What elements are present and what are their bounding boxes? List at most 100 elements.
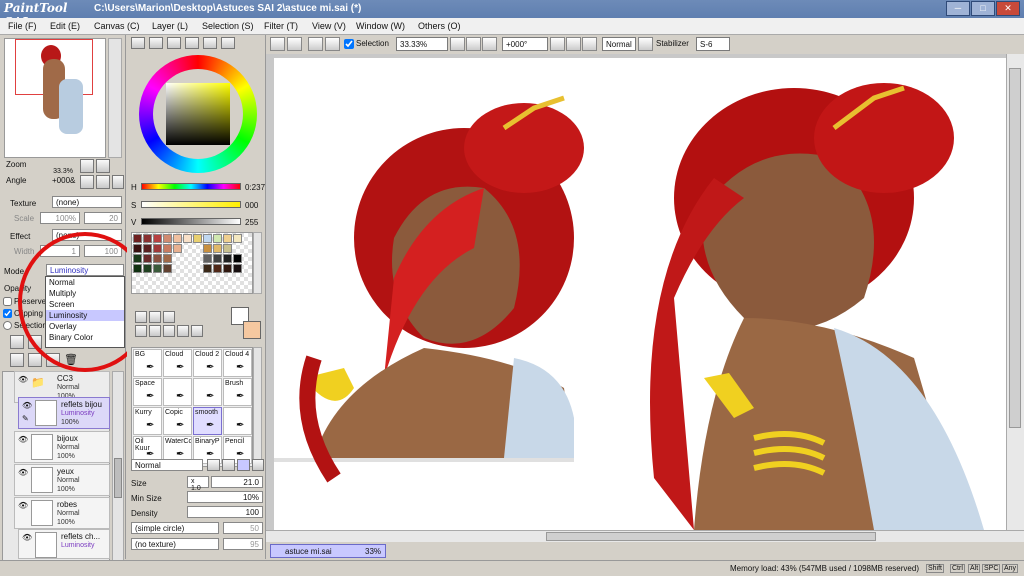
- nav-zoom-in-button[interactable]: [96, 159, 110, 173]
- brush-shape-flat-icon[interactable]: [207, 459, 220, 471]
- move-icon[interactable]: [135, 325, 147, 337]
- tool-cloud-2[interactable]: Cloud 2 ✒: [193, 349, 222, 377]
- swatch-mode-icon[interactable]: [203, 37, 217, 49]
- clipping-group-checkbox[interactable]: [3, 309, 12, 318]
- close-button[interactable]: ✕: [996, 1, 1020, 16]
- selection-source-radio[interactable]: [3, 321, 12, 330]
- scale-num-field[interactable]: 20: [84, 212, 122, 224]
- size-multiplier[interactable]: x 1.0: [187, 476, 209, 492]
- layers-scrollbar[interactable]: [112, 371, 124, 561]
- stabilizer-field[interactable]: S-6: [696, 37, 730, 51]
- layer-yeux[interactable]: 👁 yeux Normal 100%: [14, 464, 110, 496]
- size-field[interactable]: 21.0: [211, 476, 263, 488]
- menu-view[interactable]: View (V): [312, 21, 346, 31]
- lasso-icon[interactable]: [149, 311, 161, 323]
- rotate-reset-button[interactable]: [582, 37, 597, 51]
- color-wheel[interactable]: [139, 55, 257, 173]
- eye-icon[interactable]: 👁: [18, 468, 28, 477]
- zoom-out-button[interactable]: [450, 37, 465, 51]
- zoom-field[interactable]: 33.33%: [396, 37, 448, 51]
- eyedropper-icon[interactable]: [191, 325, 203, 337]
- secondary-color-swatch[interactable]: [243, 321, 261, 339]
- brush-texture-strength[interactable]: 95: [223, 538, 263, 550]
- gradient-mode-icon[interactable]: [185, 37, 199, 49]
- menu-edit[interactable]: Edit (E): [50, 21, 80, 31]
- navigator-preview[interactable]: [4, 38, 106, 158]
- layer-robes[interactable]: 👁 robes Normal 100%: [14, 497, 110, 529]
- saturation-value-square[interactable]: [166, 83, 230, 145]
- vertical-scroll-thumb[interactable]: [1009, 68, 1021, 428]
- layers-scroll-thumb[interactable]: [114, 458, 122, 498]
- tool-cloud[interactable]: Cloud ✒: [163, 349, 192, 377]
- canvas-area[interactable]: [266, 54, 1006, 530]
- menu-canvas[interactable]: Canvas (C): [94, 21, 140, 31]
- tool-smooth[interactable]: smooth ✒: [193, 407, 222, 435]
- maximize-button[interactable]: □: [971, 1, 995, 16]
- canvas-horizontal-scrollbar[interactable]: [266, 530, 1024, 542]
- horizontal-scroll-thumb[interactable]: [546, 532, 876, 541]
- brush-shape-square-icon[interactable]: [252, 459, 264, 471]
- brush-blend-select[interactable]: Normal: [131, 459, 203, 471]
- undo-button[interactable]: [270, 37, 285, 51]
- eye-icon[interactable]: 👁: [22, 533, 32, 542]
- brush-texture-select[interactable]: (no texture): [131, 538, 219, 550]
- selection-checkbox[interactable]: [344, 39, 354, 49]
- document-tab[interactable]: astuce mi.sai 33%: [270, 544, 386, 558]
- rgb-slider-mode-icon[interactable]: [149, 37, 163, 49]
- flip-button[interactable]: [638, 37, 653, 51]
- angle-field[interactable]: +000°: [502, 37, 548, 51]
- saturation-slider[interactable]: [141, 201, 241, 208]
- menu-window[interactable]: Window (W): [356, 21, 405, 31]
- canvas-vertical-scrollbar[interactable]: [1006, 54, 1024, 530]
- value-slider[interactable]: [141, 218, 241, 225]
- hue-slider[interactable]: [141, 183, 241, 190]
- rotate-left-button[interactable]: [550, 37, 565, 51]
- zoom-tool-icon[interactable]: [149, 325, 161, 337]
- rotate-right-button[interactable]: [566, 37, 581, 51]
- zoom-in-button[interactable]: [466, 37, 481, 51]
- blend-mode-field[interactable]: Normal: [602, 37, 636, 51]
- new-folder-icon[interactable]: [10, 353, 24, 367]
- eye-icon[interactable]: 👁: [18, 501, 28, 510]
- new-layer-icon[interactable]: [10, 335, 24, 349]
- menu-file[interactable]: File (F): [8, 21, 37, 31]
- canvas[interactable]: [274, 58, 1006, 530]
- layer-reflets-bijou[interactable]: 👁 ✎ reflets bijou Luminosity 100%: [18, 397, 110, 429]
- redo-button[interactable]: [287, 37, 302, 51]
- menu-filter[interactable]: Filter (T): [264, 21, 298, 31]
- min-size-field[interactable]: 10%: [187, 491, 263, 503]
- invert-selection-button[interactable]: [325, 37, 340, 51]
- tool-cloud-4[interactable]: Cloud 4 ✒: [223, 349, 252, 377]
- nav-reset-button[interactable]: [112, 175, 124, 189]
- brush-shape-soft-icon[interactable]: [237, 459, 250, 471]
- color-wheel-mode-icon[interactable]: [131, 37, 145, 49]
- texture-select[interactable]: (none): [52, 196, 122, 208]
- menu-selection[interactable]: Selection (S): [202, 21, 254, 31]
- merge-down-icon[interactable]: [28, 353, 42, 367]
- preserve-opacity-checkbox[interactable]: [3, 297, 12, 306]
- deselect-button[interactable]: [308, 37, 323, 51]
- tool-empty-6[interactable]: ✒: [193, 378, 222, 406]
- tool-scrollbar[interactable]: [253, 347, 262, 467]
- rotate-tool-icon[interactable]: [163, 325, 175, 337]
- minimize-button[interactable]: ─: [946, 1, 970, 16]
- menu-layer[interactable]: Layer (L): [152, 21, 188, 31]
- layer-reflets-cheveux[interactable]: 👁 reflets ch... Luminosity: [18, 529, 110, 559]
- eye-icon[interactable]: 👁: [18, 375, 28, 384]
- tool-kurry[interactable]: Kurry ✒: [133, 407, 162, 435]
- layer-bijoux[interactable]: 👁 bijoux Normal 100%: [14, 431, 110, 463]
- magic-wand-icon[interactable]: [163, 311, 175, 323]
- tool-empty-5[interactable]: ✒: [163, 378, 192, 406]
- density-field[interactable]: 100: [187, 506, 263, 518]
- tool-space[interactable]: Space ✒: [133, 378, 162, 406]
- hand-icon[interactable]: [177, 325, 189, 337]
- navigator-scrollbar[interactable]: [108, 38, 122, 158]
- brush-shape-select[interactable]: (simple circle): [131, 522, 219, 534]
- tool-brush[interactable]: Brush ✒: [223, 378, 252, 406]
- nav-rotate-left-button[interactable]: [80, 175, 94, 189]
- menu-others[interactable]: Others (O): [418, 21, 461, 31]
- hsv-slider-mode-icon[interactable]: [167, 37, 181, 49]
- tool-bg[interactable]: BG ✒: [133, 349, 162, 377]
- brush-shape-round-icon[interactable]: [222, 459, 235, 471]
- swatch-scrollbar[interactable]: [253, 232, 262, 294]
